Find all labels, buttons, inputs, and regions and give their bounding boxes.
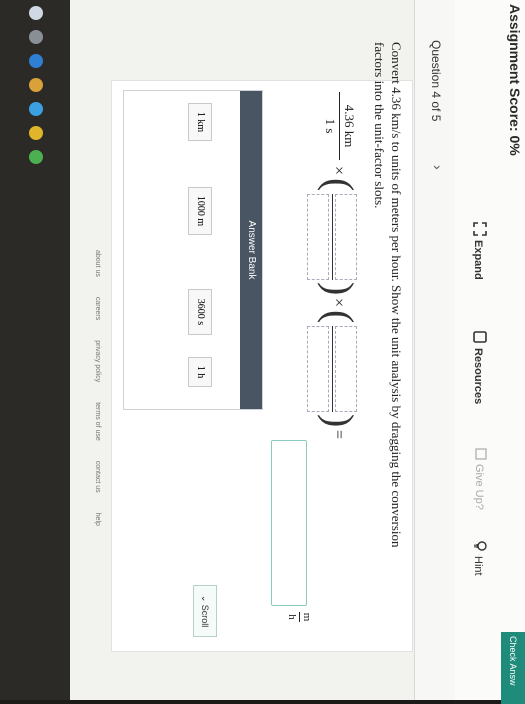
answer-bank: Answer Bank 1 km 1000 m 3600 s 1 h: [123, 90, 263, 410]
answer-chip[interactable]: 1 km: [188, 103, 212, 141]
fraction-bar: [332, 194, 333, 280]
edge-browser-icon[interactable]: [29, 54, 43, 68]
browser-page: Assignment Score: 0% Expand Resources Gi…: [70, 0, 525, 704]
fraction-bar: [339, 92, 340, 160]
right-paren: ): [317, 414, 362, 428]
flag-icon: [472, 448, 487, 460]
footer-link[interactable]: careers: [94, 297, 101, 320]
unit-factor-slot-1-numerator[interactable]: [335, 194, 357, 280]
question-prompt: Convert 4.36 km/s to units of meters per…: [372, 42, 404, 548]
unit-factor-slot-2-numerator[interactable]: [335, 326, 357, 412]
answer-unit-denominator: h: [286, 614, 298, 620]
footer-link[interactable]: terms of use: [94, 402, 101, 441]
check-answer-button[interactable]: Check Answ: [501, 632, 525, 704]
scroll-button[interactable]: ⌄ Scroll: [193, 585, 217, 637]
times-operator: ×: [330, 166, 347, 176]
equals-sign: =: [330, 430, 347, 440]
resources-label: Resources: [472, 348, 485, 405]
give-up-label: Give Up?: [473, 464, 486, 510]
left-paren: (: [317, 310, 362, 324]
give-up-button[interactable]: Give Up?: [472, 448, 487, 510]
unit-factor-slot-1-denominator[interactable]: [307, 194, 329, 280]
expand-button[interactable]: Expand: [470, 222, 487, 280]
times-operator: ×: [330, 298, 347, 308]
answer-unit: m h: [286, 612, 313, 622]
given-fraction: 4.36 km 1 s: [322, 92, 357, 160]
hint-button[interactable]: Hint: [470, 540, 487, 576]
question-number: Question 4 of 5: [429, 40, 443, 122]
assignment-header: Assignment Score: 0% Expand Resources Gi…: [454, 0, 525, 704]
answer-chip[interactable]: 1000 m: [188, 187, 212, 235]
assignment-score: Assignment Score: 0%: [507, 4, 523, 156]
hint-label: Hint: [472, 556, 485, 576]
footer-link[interactable]: privacy policy: [94, 340, 101, 382]
right-paren: ): [317, 282, 362, 296]
fraction-bar: [332, 326, 333, 412]
given-denominator: 1 s: [323, 118, 338, 134]
footer-link[interactable]: about us: [94, 250, 101, 277]
resources-icon: [470, 330, 487, 344]
store-icon[interactable]: [29, 102, 43, 116]
left-paren: (: [317, 178, 362, 192]
expand-label: Expand: [472, 240, 485, 280]
scroll-label: Scroll: [200, 604, 210, 628]
answer-chip[interactable]: 3600 s: [188, 289, 212, 335]
file-explorer-icon[interactable]: [29, 78, 43, 92]
start-icon[interactable]: [29, 6, 43, 20]
answer-input[interactable]: [271, 440, 307, 606]
answer-chip[interactable]: 1 h: [188, 357, 212, 387]
resources-button[interactable]: Resources: [470, 330, 487, 404]
page-footer: about us careers privacy policy terms of…: [94, 250, 101, 526]
question-nav: Question 4 of 5 ›: [414, 0, 455, 700]
unit-factor-slot-2-denominator[interactable]: [307, 326, 329, 412]
lightbulb-icon: [470, 540, 487, 552]
chrome-icon[interactable]: [29, 150, 43, 164]
chevron-right-icon[interactable]: ›: [430, 165, 446, 170]
fraction-bar: [299, 612, 300, 622]
task-view-icon[interactable]: [29, 30, 43, 44]
given-numerator: 4.36 km: [342, 104, 357, 148]
monitor-screen: Assignment Score: 0% Expand Resources Gi…: [0, 0, 525, 704]
folder-icon[interactable]: [29, 126, 43, 140]
expand-icon: [470, 222, 487, 236]
footer-link[interactable]: help: [94, 513, 101, 526]
chevron-down-icon: ⌄: [200, 594, 210, 603]
footer-link[interactable]: contact us: [94, 461, 101, 493]
answer-unit-numerator: m: [301, 612, 313, 622]
answer-bank-title: Answer Bank: [240, 91, 262, 409]
